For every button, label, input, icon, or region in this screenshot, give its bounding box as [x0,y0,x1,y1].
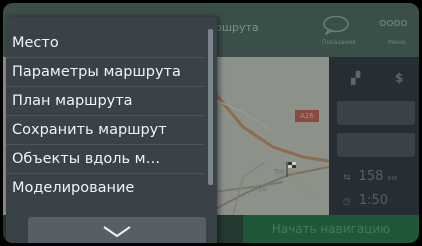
menu-more-button[interactable] [28,217,206,243]
distance-icon: ⇆ [343,173,351,183]
menu-item-route-settings[interactable]: Параметры маршрута [6,58,204,87]
start-navigation-button[interactable]: Начать навигацию [243,215,419,243]
map-place-label: Tro [274,168,285,176]
road-sign-a26: A26 [295,110,319,122]
menu-scrollbar[interactable] [208,29,213,185]
side-panel-slot-2 [337,133,415,157]
menu-icon[interactable] [379,15,408,35]
time-icon: ◷ [343,197,351,207]
chevron-down-icon [103,226,131,238]
side-panel-slot-1 [337,101,415,125]
route-distance: ⇆ 158 км [343,169,398,184]
route-time: ◷ 1:50 [343,193,389,208]
menu-item-places-along-route[interactable]: Объекты вдоль м… [6,145,204,174]
speech-bubble-icon[interactable] [321,15,351,37]
top-button-label-info: Показания [322,39,356,46]
screen: ршрута Показания Меню Tro 20 A26 ▞ $ ⇆ 1… [0,0,422,246]
menu-item-simulation[interactable]: Моделирование [6,174,204,203]
device-display: ршрута Показания Меню Tro 20 A26 ▞ $ ⇆ 1… [3,3,419,243]
top-button-label-menu: Меню [388,39,406,46]
route-title: ршрута [215,21,259,34]
road-icon: ▞ [351,71,361,85]
menu-item-route-plan[interactable]: План маршрута [6,87,204,116]
map-road-label: 20 [258,185,267,193]
menu-item-place[interactable]: Место [6,29,204,58]
destination-flag-icon [285,161,303,181]
route-side-panel: ▞ $ ⇆ 158 км ◷ 1:50 [329,57,419,215]
cost-icon: $ [395,71,404,85]
menu-item-save-route[interactable]: Сохранить маршрут [6,116,204,145]
route-options-menu: Место Параметры маршрута План маршрута С… [6,17,217,243]
